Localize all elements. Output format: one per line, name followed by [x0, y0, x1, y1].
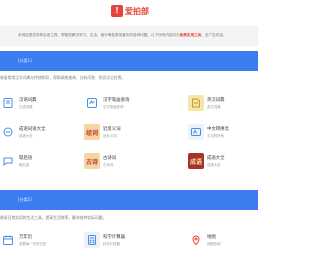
tool-card[interactable]: 歇后语 歇后语: [0, 153, 70, 171]
stroke-lookup-icon: [84, 95, 100, 111]
pinyin-icon: [188, 124, 204, 140]
site-name: 爱拍部: [125, 6, 149, 16]
tool-subtitle: 地图查询: [207, 242, 221, 246]
tool-name: 地图: [207, 235, 216, 240]
tool-subtitle: 查看每一天的日历: [19, 242, 47, 246]
tool-card[interactable]: 地图 地图查询: [188, 232, 258, 250]
section-description: 收录常用汉字词典与传统知识，帮助高效查询、分析问答、知识点记住等。: [0, 75, 126, 80]
tool-card[interactable]: 英汉词典 英汉词典: [188, 95, 258, 113]
tool-card[interactable]: 成语 成语大全 成语大全: [188, 153, 258, 171]
section-header-1: [分类1]: [0, 51, 258, 71]
tool-card[interactable]: 成语词语大全 成语大全: [0, 124, 70, 142]
tool-name: 汉字笔画查询: [103, 98, 130, 103]
tool-subtitle: 成语大全: [207, 163, 221, 167]
calculator-icon: [84, 232, 100, 248]
logo-icon: !: [111, 5, 123, 17]
tool-card[interactable]: 科学计算器 科学计算器: [84, 232, 154, 250]
tool-name: 科学计算器: [103, 235, 125, 240]
tool-subtitle: 英汉词典: [207, 105, 221, 109]
intro-text: 本网站提供多种实用工具，帮助您解决学习、生活、娱乐等各类场景中的各种问题。以下所…: [18, 33, 227, 37]
intro-highlight: 免费实用工具: [179, 33, 202, 37]
tool-subtitle: 歇后语: [19, 163, 30, 167]
synonym-icon: 组词: [84, 124, 100, 140]
section-tag: [分类2]: [18, 197, 32, 202]
dictionary-icon: [0, 95, 16, 111]
section-tag: [分类1]: [18, 58, 32, 63]
tool-card[interactable]: 汉字笔画查询 汉字笔画查询: [84, 95, 154, 113]
tool-name: 英汉词典: [207, 98, 225, 103]
tool-name: 成语词语大全: [19, 127, 46, 132]
tool-name: 中文转拼音: [207, 127, 229, 132]
top-bar: ! 爱拍部: [0, 0, 258, 22]
tool-subtitle: 汉字笔画查询: [103, 105, 124, 109]
tool-card[interactable]: 汉语词典 汉语词典: [0, 95, 70, 113]
tool-name: 古诗词: [103, 156, 117, 161]
section-header-2: [分类2]: [0, 190, 258, 210]
tool-card[interactable]: 古诗 古诗词 古诗词: [84, 153, 154, 171]
tool-card[interactable]: 中文转拼音 中文转拼音: [188, 124, 258, 142]
tool-card[interactable]: 万年历查看每一天的日历: [0, 232, 70, 250]
tool-subtitle: 科学计算器: [103, 242, 120, 246]
tool-subtitle: 古诗词: [103, 163, 114, 167]
idiom-book-icon: 成语: [188, 153, 204, 169]
tool-subtitle: 汉语词典: [19, 105, 33, 109]
tool-subtitle: 近反义词: [103, 134, 117, 138]
site-logo[interactable]: ! 爱拍部: [111, 5, 149, 17]
tool-card[interactable]: 组词 近反义词 近反义词: [84, 124, 154, 142]
idiom-icon: [0, 124, 16, 140]
tool-name: 近反义词: [103, 127, 121, 132]
tool-subtitle: 中文转拼音: [207, 134, 224, 138]
calendar-icon: [0, 232, 16, 248]
tool-name: 歇后语: [19, 156, 33, 161]
en-cn-dict-icon: [188, 95, 204, 111]
section-description: 收录日常实用的生活工具，提高生活效率，解决各种实际问题。: [0, 215, 107, 220]
xiehouyu-icon: [0, 153, 16, 169]
poetry-icon: 古诗: [84, 153, 100, 169]
tool-name: 汉语词典: [19, 98, 37, 103]
tool-name: 成语大全: [207, 156, 225, 161]
tool-subtitle: 成语大全: [19, 134, 33, 138]
tool-name: 万年历: [19, 235, 33, 240]
map-icon: [188, 232, 204, 248]
